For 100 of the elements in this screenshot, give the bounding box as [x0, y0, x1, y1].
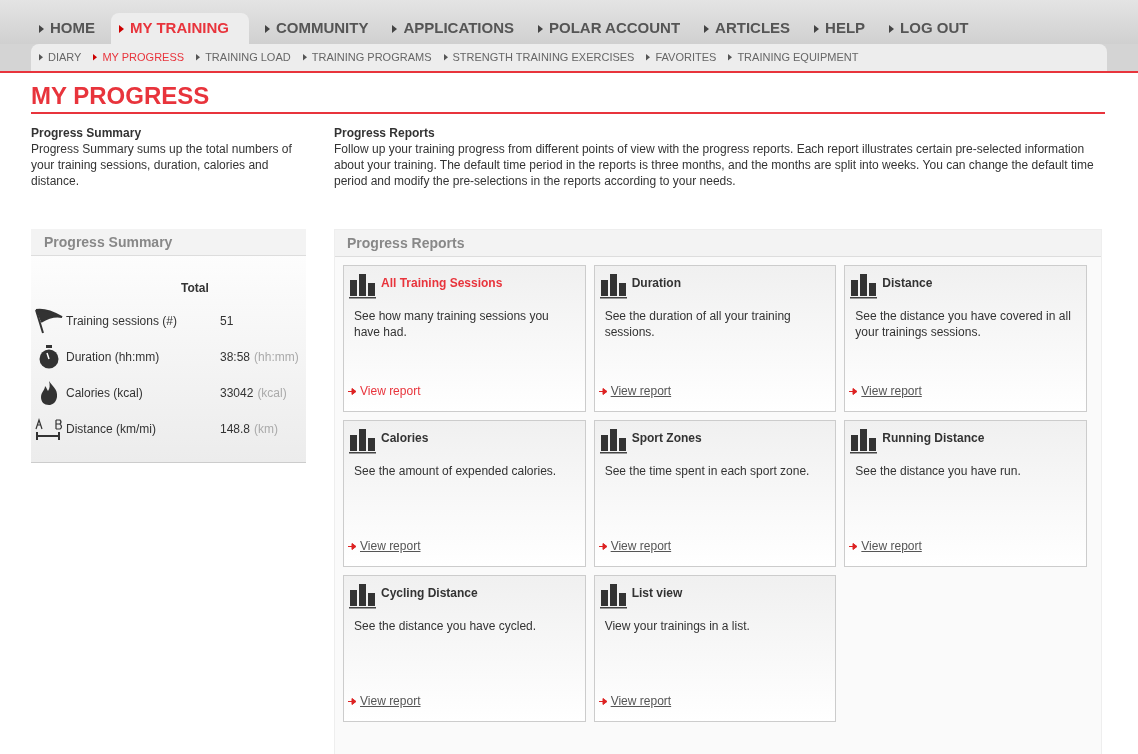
nav-tab[interactable]: HOME — [31, 13, 103, 44]
subnav-link[interactable]: TRAINING LOAD — [196, 49, 291, 66]
bar-chart-icon — [599, 582, 628, 609]
report-title[interactable]: Duration — [631, 273, 681, 292]
view-report-link[interactable]: View report — [849, 382, 922, 400]
report-title[interactable]: Distance — [882, 273, 933, 292]
view-report-link[interactable]: View report — [849, 537, 922, 555]
bar-chart-icon — [599, 272, 628, 299]
triangle-icon — [264, 24, 270, 33]
page-title: MY PROGRESS — [31, 82, 1105, 114]
triangle-icon — [119, 24, 124, 33]
report-title[interactable]: Sport Zones — [631, 428, 702, 447]
description-text: Progress Summary sums up the total numbers of your training sessions, duration, calories and distance. — [31, 141, 293, 189]
report-description: See the distance you have cycled. — [353, 618, 538, 634]
arrow-icon — [598, 387, 608, 395]
row-value: 33042 — [220, 385, 254, 402]
bar-chart-icon — [349, 582, 377, 609]
arrow-icon — [849, 387, 859, 395]
panel-header: Progress Reports — [335, 230, 1101, 257]
report-description: See the time spent in each sport zone. — [603, 463, 811, 479]
report-card[interactable]: Cycling Distance See the distance you have cycled. View report — [343, 575, 586, 722]
column-header: Total — [181, 281, 209, 295]
unit-label: (hh:mm) — [254, 349, 299, 366]
bar-chart-icon — [349, 427, 377, 454]
report-card[interactable]: Distance See the distance you have covered in all your trainings sessions. View report — [844, 265, 1087, 412]
arrow-icon — [598, 697, 608, 705]
view-report-link[interactable]: View report — [348, 382, 421, 400]
report-card[interactable]: List view View your trainings in a list. View report — [593, 575, 837, 722]
row-label: Training sessions (#) — [66, 313, 178, 330]
subnav-link[interactable]: TRAINING EQUIPMENT — [728, 49, 859, 66]
row-label: Calories (kcal) — [66, 385, 144, 402]
report-title[interactable]: Running Distance — [882, 428, 985, 447]
triangle-icon — [537, 24, 543, 33]
bar-chart-icon — [850, 427, 879, 454]
nav-tab[interactable]: COMMUNITY — [256, 13, 377, 44]
report-title[interactable]: Cycling Distance — [381, 583, 478, 602]
nav-tab[interactable]: ARTICLES — [696, 13, 799, 44]
report-title[interactable]: List view — [631, 583, 683, 602]
triangle-icon — [302, 54, 307, 61]
distance-icon — [33, 418, 64, 440]
nav-tab[interactable]: APPLICATIONS — [384, 13, 522, 44]
report-card[interactable]: Duration See the duration of all your training sessions. View report — [593, 265, 837, 412]
report-description: See the distance you have covered in all your trainings sessions. — [854, 308, 1072, 340]
row-label: Distance (km/mi) — [66, 421, 157, 438]
report-title[interactable]: All Training Sessions — [381, 273, 503, 292]
triangle-icon — [646, 54, 651, 61]
unit-label: (kcal) — [257, 385, 287, 402]
triangle-icon — [196, 54, 201, 61]
report-card[interactable]: Running Distance See the distance you have run. View report — [844, 420, 1087, 567]
row-value: 51 — [220, 313, 234, 330]
report-description: See how many training sessions you have had. — [353, 308, 550, 340]
bar-chart-icon — [349, 272, 377, 299]
subnav-link[interactable]: FAVORITES — [646, 49, 717, 66]
triangle-icon — [814, 24, 820, 33]
nav-tab[interactable]: MY TRAINING — [111, 13, 249, 44]
bar-chart-icon — [599, 427, 628, 454]
report-description: See the amount of expended calories. — [353, 463, 558, 479]
section-heading: Progress Summary — [31, 125, 143, 141]
report-title[interactable]: Calories — [381, 428, 429, 447]
triangle-icon — [728, 54, 733, 61]
view-report-link[interactable]: View report — [598, 537, 672, 555]
view-report-link[interactable]: View report — [348, 692, 421, 710]
triangle-icon — [392, 24, 398, 33]
view-report-link[interactable]: View report — [348, 537, 421, 555]
triangle-icon — [443, 54, 448, 61]
nav-tab[interactable]: HELP — [806, 13, 874, 44]
report-card[interactable]: Sport Zones See the time spent in each sport zone. View report — [593, 420, 837, 567]
triangle-icon — [704, 24, 710, 33]
row-value: 38:58 — [220, 349, 251, 366]
triangle-icon — [889, 24, 895, 33]
triangle-icon — [93, 54, 98, 61]
arrow-icon — [348, 697, 357, 705]
stopwatch-icon — [37, 345, 60, 369]
description-text: Follow up your training progress from different points of view with the progress reports. Each report illustrates certain pre-selected information about your training. The default time period in the reports is three months, and the months are split into weeks. You can change the default time period and modify the pre-selections in the reports according to your needs. — [334, 141, 1095, 189]
report-description: See the distance you have run. — [854, 463, 1022, 479]
report-card[interactable]: All Training Sessions See how many training sessions you have had. View report — [343, 265, 586, 412]
view-report-link[interactable]: View report — [598, 692, 672, 710]
row-label: Duration (hh:mm) — [66, 349, 161, 366]
triangle-icon — [39, 24, 44, 33]
panel-header: Progress Summary — [31, 229, 306, 256]
subnav-link[interactable]: STRENGTH TRAINING EXERCISES — [443, 49, 635, 66]
arrow-icon — [348, 542, 357, 550]
arrow-icon — [849, 542, 859, 550]
section-heading: Progress Reports — [334, 125, 436, 141]
flag-icon — [33, 308, 64, 334]
nav-tab[interactable]: LOG OUT — [881, 13, 977, 44]
report-description: View your trainings in a list. — [603, 618, 751, 634]
report-card[interactable]: Calories See the amount of expended calories. View report — [343, 420, 586, 567]
subnav-link[interactable]: DIARY — [39, 49, 82, 66]
view-report-link[interactable]: View report — [598, 382, 672, 400]
report-description: See the duration of all your training sessions. — [603, 308, 792, 340]
unit-label: (km) — [254, 421, 279, 438]
nav-tab[interactable]: POLAR ACCOUNT — [529, 13, 689, 44]
subnav-link[interactable]: MY PROGRESS — [93, 49, 185, 66]
arrow-icon — [348, 387, 357, 395]
bar-chart-icon — [850, 272, 879, 299]
row-value: 148.8 — [220, 421, 251, 438]
triangle-icon — [39, 54, 43, 61]
arrow-icon — [598, 542, 608, 550]
subnav-link[interactable]: TRAINING PROGRAMS — [302, 49, 432, 66]
